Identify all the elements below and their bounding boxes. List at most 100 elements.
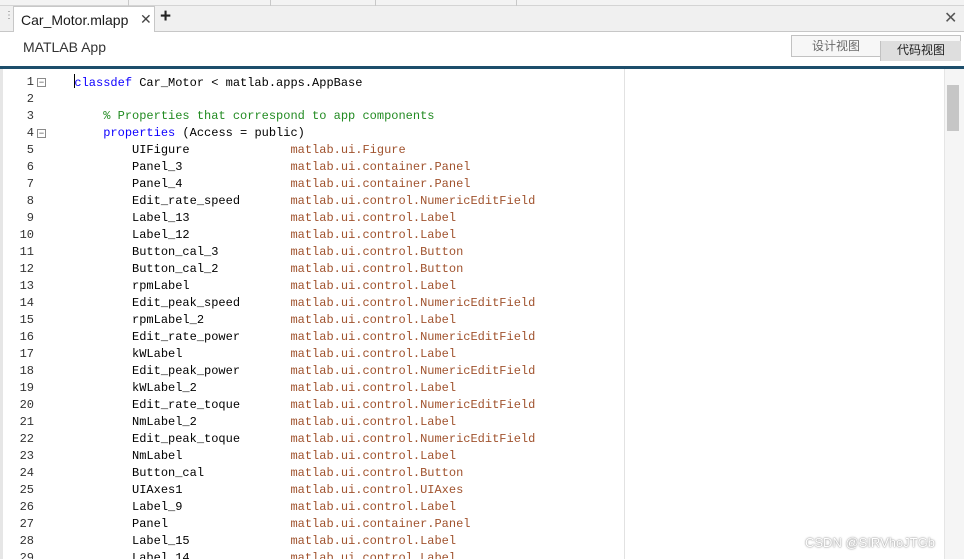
- document-tab-bar: ⋮ Car_Motor.mlapp ✕ + ✕: [0, 6, 964, 32]
- code-text: (Access = public): [175, 126, 305, 140]
- code-line[interactable]: properties (Access = public): [60, 125, 620, 142]
- code-line[interactable]: Edit_rate_toque matlab.ui.control.Numeri…: [60, 397, 620, 414]
- line-number: 6: [26, 160, 34, 174]
- code-line[interactable]: Edit_rate_speed matlab.ui.control.Numeri…: [60, 193, 620, 210]
- code-text: Label_14: [132, 551, 291, 559]
- code-line[interactable]: Button_cal_3 matlab.ui.control.Button: [60, 244, 620, 261]
- code-line[interactable]: [60, 91, 620, 108]
- line-number: 26: [19, 500, 34, 514]
- design-view-button[interactable]: 设计视图: [792, 36, 880, 56]
- code-text: Label_15: [132, 534, 291, 548]
- code-line[interactable]: Label_13 matlab.ui.control.Label: [60, 210, 620, 227]
- code-type: matlab.ui.control.Label: [290, 228, 457, 242]
- code-area[interactable]: classdef Car_Motor < matlab.apps.AppBase…: [60, 74, 620, 559]
- scrollbar-thumb[interactable]: [947, 85, 959, 131]
- code-line[interactable]: Edit_peak_power matlab.ui.control.Numeri…: [60, 363, 620, 380]
- code-line[interactable]: Edit_peak_speed matlab.ui.control.Numeri…: [60, 295, 620, 312]
- line-number: 19: [19, 381, 34, 395]
- line-number: 23: [19, 449, 34, 463]
- code-line[interactable]: Label_15 matlab.ui.control.Label: [60, 533, 620, 550]
- code-line[interactable]: NmLabel matlab.ui.control.Label: [60, 448, 620, 465]
- line-number: 16: [19, 330, 34, 344]
- line-number: 5: [26, 143, 34, 157]
- code-line[interactable]: kWLabel matlab.ui.control.Label: [60, 346, 620, 363]
- line-number: 7: [26, 177, 34, 191]
- code-line[interactable]: Panel_3 matlab.ui.container.Panel: [60, 159, 620, 176]
- code-editor[interactable]: 1 2 3 4 5 6 7 8 9 10 11 12 13 14 15 16 17 18 19 20 21 22 23 24 2…: [0, 69, 964, 559]
- code-keyword: properties: [103, 126, 176, 140]
- code-text: UIFigure: [132, 143, 291, 157]
- code-type: matlab.ui.control.NumericEditField: [290, 432, 536, 446]
- code-text: Panel_3: [132, 160, 291, 174]
- code-line[interactable]: Panel matlab.ui.container.Panel: [60, 516, 620, 533]
- view-toggle: 设计视图 代码视图: [791, 35, 961, 61]
- code-line[interactable]: Button_cal matlab.ui.control.Button: [60, 465, 620, 482]
- code-line[interactable]: rpmLabel matlab.ui.control.Label: [60, 278, 620, 295]
- code-text: Edit_peak_toque: [132, 432, 291, 446]
- code-line[interactable]: UIAxes1 matlab.ui.control.UIAxes: [60, 482, 620, 499]
- fold-toggle-icon[interactable]: −: [37, 78, 46, 87]
- code-line[interactable]: Label_9 matlab.ui.control.Label: [60, 499, 620, 516]
- line-number: 18: [19, 364, 34, 378]
- code-line[interactable]: Label_12 matlab.ui.control.Label: [60, 227, 620, 244]
- code-text: NmLabel: [132, 449, 291, 463]
- code-line[interactable]: UIFigure matlab.ui.Figure: [60, 142, 620, 159]
- code-type: matlab.ui.control.NumericEditField: [290, 194, 536, 208]
- code-line[interactable]: rpmLabel_2 matlab.ui.control.Label: [60, 312, 620, 329]
- code-line[interactable]: kWLabel_2 matlab.ui.control.Label: [60, 380, 620, 397]
- fold-toggle-icon[interactable]: −: [37, 129, 46, 138]
- code-type: matlab.ui.control.Label: [290, 500, 457, 514]
- tab-car-motor[interactable]: Car_Motor.mlapp ✕: [13, 6, 155, 32]
- watermark: CSDN @SIRVhoJTGb: [805, 535, 935, 550]
- code-line[interactable]: classdef Car_Motor < matlab.apps.AppBase: [60, 74, 620, 91]
- code-text: kWLabel: [132, 347, 291, 361]
- close-window-icon[interactable]: ✕: [944, 8, 957, 28]
- code-line[interactable]: Label_14 matlab.ui.control.Label: [60, 550, 620, 559]
- line-number: 14: [19, 296, 34, 310]
- code-line[interactable]: NmLabel_2 matlab.ui.control.Label: [60, 414, 620, 431]
- app-header: MATLAB App 设计视图 代码视图: [0, 32, 964, 69]
- line-number: 17: [19, 347, 34, 361]
- vertical-scrollbar[interactable]: [944, 69, 964, 559]
- code-view-button[interactable]: 代码视图: [880, 41, 961, 61]
- code-type: matlab.ui.control.Label: [290, 449, 457, 463]
- code-line[interactable]: Edit_peak_toque matlab.ui.control.Numeri…: [60, 431, 620, 448]
- line-number: 11: [19, 245, 34, 259]
- code-keyword: classdef: [74, 76, 133, 90]
- add-tab-icon[interactable]: +: [160, 7, 171, 27]
- close-tab-icon[interactable]: ✕: [140, 11, 152, 28]
- code-line[interactable]: Panel_4 matlab.ui.container.Panel: [60, 176, 620, 193]
- code-type: matlab.ui.container.Panel: [290, 177, 471, 191]
- line-number: 2: [26, 92, 34, 106]
- code-comment: % Properties that correspond to app comp…: [103, 109, 435, 123]
- code-line[interactable]: % Properties that correspond to app comp…: [60, 108, 620, 125]
- code-text: Edit_rate_toque: [132, 398, 291, 412]
- line-number: 12: [19, 262, 34, 276]
- line-number: 29: [19, 551, 34, 559]
- line-number: 20: [19, 398, 34, 412]
- code-line[interactable]: Button_cal_2 matlab.ui.control.Button: [60, 261, 620, 278]
- code-type: matlab.ui.control.Label: [290, 534, 457, 548]
- code-line[interactable]: Edit_rate_power matlab.ui.control.Numeri…: [60, 329, 620, 346]
